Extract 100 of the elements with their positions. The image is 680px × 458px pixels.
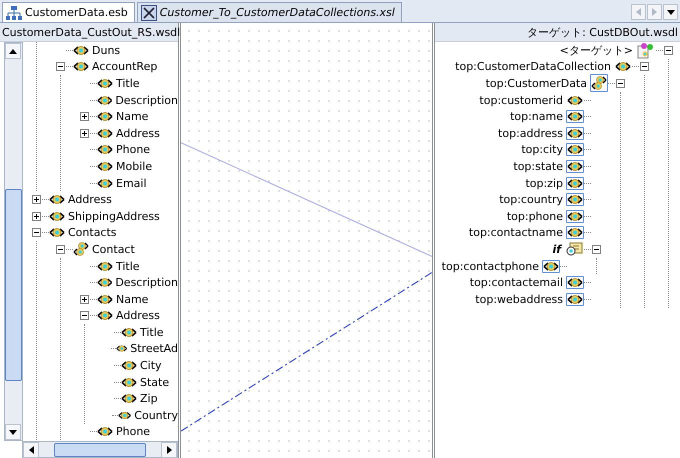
element-group-icon [591, 75, 607, 92]
tree-node-label[interactable]: Address [65, 193, 112, 206]
tree-node-label[interactable]: Phone [113, 143, 150, 156]
tree-node-label[interactable]: top:customerid [479, 94, 566, 107]
tree-node-label[interactable]: <ターゲット> [560, 42, 636, 58]
pane-title: ターゲット: CustDBOut.wsdl [527, 24, 678, 40]
collapse-toggle[interactable] [664, 46, 673, 55]
condition-icon [565, 241, 583, 258]
element-icon [567, 227, 583, 238]
condition-label[interactable]: if [552, 242, 564, 256]
element-icon [567, 144, 583, 156]
arrow-left-icon [636, 8, 641, 16]
tree-node-label[interactable]: AccountRep [89, 60, 158, 74]
tree-node-label[interactable]: Description [112, 276, 178, 290]
element-icon [97, 310, 113, 322]
tree-node-label[interactable]: top:phone [506, 210, 566, 223]
tree-node-label[interactable]: top:zip [525, 176, 566, 190]
tree-node-label[interactable]: City [137, 359, 162, 372]
collapse-toggle[interactable] [592, 244, 601, 254]
tree-node-label[interactable]: Zip [137, 392, 158, 406]
tree-node-label[interactable]: Country [131, 408, 178, 422]
tree-node-label[interactable]: Address [113, 309, 160, 322]
element-icon [121, 360, 137, 372]
plus-icon [81, 296, 88, 303]
scroll-down-button[interactable] [5, 424, 21, 440]
tree-node-label[interactable]: Address [113, 126, 160, 140]
tree-node-label[interactable]: Title [113, 260, 140, 273]
tree-node-label[interactable]: top:city [521, 143, 566, 156]
horizontal-scrollbar[interactable] [22, 441, 178, 458]
arrow-right-icon [166, 446, 172, 454]
collapse-toggle[interactable] [616, 78, 625, 88]
mapper-icon [140, 4, 157, 20]
tree-node-label[interactable]: Name [113, 292, 148, 306]
tree-node-label[interactable]: Email [113, 176, 147, 190]
element-icon [567, 210, 583, 222]
arrow-up-icon [9, 48, 17, 54]
tree-node-label[interactable]: top:state [513, 160, 566, 173]
element-icon [73, 61, 89, 72]
tree-node-label[interactable]: Phone [113, 425, 150, 438]
element-icon [97, 160, 113, 172]
tree-node-label[interactable]: Title [113, 76, 140, 90]
element-icon [96, 277, 112, 288]
arrow-down-icon [9, 430, 17, 434]
tree-node-label[interactable]: top:contactphone [442, 260, 542, 273]
tree-node-label[interactable]: Name [113, 110, 148, 124]
editor-tab[interactable]: Customer_To_CustomerDataCollections.xsl [136, 2, 402, 22]
element-icon [615, 61, 631, 72]
tree-node-label[interactable]: top:contactemail [470, 276, 566, 290]
tree-node-label[interactable]: StreetAd [127, 342, 178, 356]
element-icon [567, 94, 583, 106]
tree-node-label[interactable]: Description [112, 94, 178, 107]
plus-icon [81, 113, 88, 120]
collapse-toggle[interactable] [56, 244, 65, 254]
vertical-scrollbar[interactable] [4, 42, 23, 441]
expand-toggle[interactable] [32, 195, 41, 204]
expand-toggle[interactable] [80, 112, 89, 122]
expand-toggle[interactable] [80, 128, 89, 138]
scrollbar-thumb[interactable] [54, 442, 146, 456]
scroll-left-button[interactable] [23, 442, 39, 458]
collapse-toggle[interactable] [640, 62, 649, 72]
collapse-toggle[interactable] [80, 311, 89, 320]
element-icon [567, 294, 583, 305]
tab-list-button[interactable] [663, 4, 678, 20]
scroll-up-button[interactable] [5, 43, 21, 59]
expand-toggle[interactable] [80, 294, 89, 304]
element-icon [118, 410, 132, 421]
element-icon [97, 260, 113, 272]
tree-node-label[interactable]: Mobile [113, 160, 152, 173]
tree-node-label[interactable]: Contact [89, 242, 135, 256]
element-icon [121, 326, 137, 338]
element-icon [567, 128, 583, 139]
element-icon [567, 277, 583, 288]
element-icon [97, 78, 113, 89]
editor-tab[interactable]: CustomerData.esb [2, 2, 135, 22]
element-icon [73, 44, 89, 56]
tree-node-label[interactable]: top:contactname [468, 226, 566, 240]
tree-node-label[interactable]: State [137, 376, 170, 389]
element-icon [567, 194, 583, 206]
element-icon [121, 393, 137, 404]
scroll-right-button[interactable] [161, 442, 177, 458]
tree-node-label[interactable]: top:webaddress [475, 292, 566, 306]
collapse-toggle[interactable] [32, 228, 41, 238]
scrollbar-thumb[interactable] [5, 189, 22, 381]
element-icon [567, 111, 583, 122]
tree-node-label[interactable]: ShippingAddress [65, 210, 160, 223]
tree-node-label[interactable]: top:address [498, 126, 566, 140]
element-icon [567, 160, 583, 172]
schema-root-icon [637, 42, 655, 59]
tree-node-label[interactable]: Duns [89, 44, 120, 57]
collapse-toggle[interactable] [56, 62, 65, 72]
tree-node-label[interactable]: Title [137, 326, 164, 339]
element-icon [97, 128, 113, 139]
tree-node-label[interactable]: top:name [510, 110, 566, 124]
tree-node-label[interactable]: top:country [499, 193, 566, 206]
element-group-icon [73, 241, 89, 258]
tree-node-label[interactable]: Contacts [65, 226, 117, 240]
plus-icon [81, 130, 88, 137]
tree-node-label[interactable]: top:CustomerData [486, 76, 590, 90]
expand-toggle[interactable] [32, 212, 41, 221]
tree-node-label[interactable]: top:CustomerDataCollection [455, 60, 614, 74]
